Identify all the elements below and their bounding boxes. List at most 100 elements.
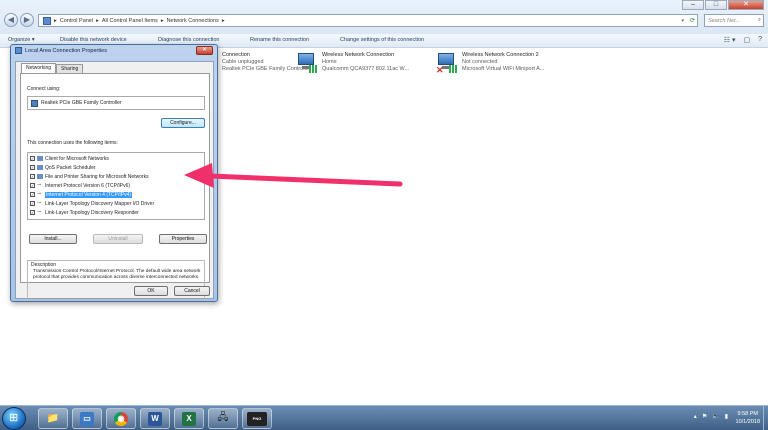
protocol-icon: ⊸ [37, 209, 42, 215]
rename-button[interactable]: Rename this connection [250, 37, 309, 43]
dialog-close-button[interactable]: ✕ [196, 46, 213, 55]
connection-status: Home [322, 59, 337, 65]
address-bar[interactable]: ▸ Control Panel ▸ All Control Panel Item… [38, 14, 698, 27]
breadcrumb-item[interactable]: Control Panel [60, 18, 93, 24]
forward-arrow-icon[interactable]: ▶ [20, 13, 34, 27]
item-label: File and Printer Sharing for Microsoft N… [45, 173, 149, 180]
preview-pane-icon[interactable]: ▢ [743, 36, 750, 44]
screen: ◀ ▶ ▸ Control Panel ▸ All Control Panel … [0, 0, 768, 430]
connection-name: Wireless Network Connection 2 [462, 52, 539, 58]
checkbox[interactable]: ✓ [30, 174, 35, 179]
list-item[interactable]: ✓ File and Printer Sharing for Microsoft… [30, 173, 149, 180]
chevron-up-icon[interactable]: ▴ [694, 413, 697, 420]
tab-networking[interactable]: Networking [21, 63, 57, 73]
configure-button[interactable]: Configure... [161, 118, 205, 128]
list-item[interactable]: ✓ Client for Microsoft Networks [30, 155, 109, 162]
minimize-icon[interactable]: – [682, 0, 704, 10]
excel-icon[interactable]: X [174, 408, 204, 429]
item-label: QoS Packet Scheduler [45, 164, 96, 171]
start-button[interactable] [2, 407, 26, 430]
uninstall-button[interactable]: Uninstall [93, 234, 143, 244]
refresh-icon[interactable]: ⟳ [690, 17, 695, 24]
network-adapter-icon [31, 99, 38, 107]
clock-date: 10/1/2018 [735, 419, 760, 425]
address-row: ◀ ▶ ▸ Control Panel ▸ All Control Panel … [0, 0, 768, 34]
adapter-field: Realtek PCIe GBE Family Controller [27, 96, 205, 110]
connect-using-label: Connect using: [27, 86, 61, 92]
checkbox[interactable]: ✓ [30, 192, 35, 197]
disconnected-x-icon: ✕ [436, 52, 458, 75]
item-label: Link-Layer Topology Discovery Responder [45, 209, 139, 216]
help-icon[interactable]: ? [758, 36, 762, 44]
back-arrow-icon[interactable]: ◀ [4, 13, 18, 27]
search-input[interactable]: Search Net... ⌕ [704, 14, 764, 27]
folder-icon[interactable]: 📁 [38, 408, 68, 429]
properties-button[interactable]: Properties [159, 234, 207, 244]
list-item[interactable]: ✓ ⊸ Link-Layer Topology Discovery Respond… [30, 209, 139, 216]
taskbar: 📁 ▭ ◉ W X 🖧 PNG ▴ ⚑ 🔈 ▮ 9:58 PM 10/1/201… [0, 405, 768, 430]
connection-status: Not connected [462, 59, 498, 65]
description-text: Transmission Control Protocol/Internet P… [33, 269, 201, 280]
list-item[interactable]: ✓ QoS Packet Scheduler [30, 164, 96, 171]
adapter-name: Realtek PCIe GBE Family Controller [41, 100, 122, 106]
close-icon[interactable]: ✕ [728, 0, 764, 10]
items-label: This connection uses the following items… [27, 140, 118, 146]
list-item-selected[interactable]: ✓ ⊸ Internet Protocol Version 4 (TCP/IPv4… [30, 191, 133, 198]
breadcrumb-item[interactable]: All Control Panel Items [102, 18, 158, 24]
list-item[interactable]: ✓ ⊸ Link-Layer Topology Discovery Mapper … [30, 200, 154, 207]
clock[interactable]: 9:58 PM 10/1/2018 [736, 410, 760, 426]
view-options-icon[interactable]: ☷ ▾ [724, 36, 736, 44]
chrome-icon[interactable]: ◉ [106, 408, 136, 429]
list-item[interactable]: ✓ ⊸ Internet Protocol Version 6 (TCP/IPv6… [30, 182, 130, 189]
breadcrumb-item[interactable]: Network Connections [167, 18, 219, 24]
sharing-icon [37, 174, 43, 179]
clock-time: 9:58 PM [737, 411, 758, 417]
checkbox[interactable]: ✓ [30, 165, 35, 170]
file-explorer-icon[interactable]: ▭ [72, 408, 102, 429]
organize-menu[interactable]: Organize ▾ [8, 37, 35, 43]
client-icon [37, 156, 43, 161]
ok-button[interactable]: OK [134, 286, 168, 296]
dialog-title-bar[interactable]: Local Area Connection Properties [15, 47, 107, 54]
cancel-button[interactable]: Cancel [174, 286, 210, 296]
connection-item[interactable]: ✕ Wireless Network Connection 2 Not conn… [436, 52, 544, 82]
checkbox[interactable]: ✓ [30, 183, 35, 188]
disable-device-button[interactable]: Disable this network device [60, 37, 127, 43]
item-label: Internet Protocol Version 4 (TCP/IPv4) [45, 191, 133, 198]
chevron-down-icon[interactable]: ▾ [681, 18, 684, 24]
view-controls: ☷ ▾ ▢ ? [724, 36, 762, 44]
tab-sharing[interactable]: Sharing [56, 64, 84, 73]
checkbox[interactable]: ✓ [30, 201, 35, 206]
control-panel-icon [43, 16, 51, 25]
network-icon[interactable]: 🖧 [208, 408, 238, 429]
search-placeholder: Search Net... [708, 18, 741, 24]
volume-icon[interactable]: 🔈 [712, 413, 719, 420]
show-desktop-button[interactable] [763, 406, 768, 430]
network-status-icon[interactable]: ▮ [725, 413, 728, 420]
description-label: Description [31, 262, 57, 268]
maximize-icon[interactable]: □ [705, 0, 727, 10]
checkbox[interactable]: ✓ [30, 210, 35, 215]
system-tray: ▴ ⚑ 🔈 ▮ [694, 413, 728, 420]
terminal-icon[interactable]: PNG [242, 408, 272, 429]
item-label: Client for Microsoft Networks [45, 155, 109, 162]
connection-device: Qualcomm QCA9377 802.11ac W... [322, 66, 410, 72]
annotation-arrow [184, 163, 403, 188]
connection-device: Microsoft Virtual WiFi Miniport A... [462, 66, 545, 72]
item-label: Link-Layer Topology Discovery Mapper I/O… [45, 200, 155, 207]
diagnose-button[interactable]: Diagnose this connection [158, 37, 219, 43]
checkbox[interactable]: ✓ [30, 156, 35, 161]
connection-item[interactable]: Wireless Network Connection Home Qualcom… [296, 52, 409, 82]
wireless-network-icon [296, 52, 318, 74]
protocol-icon: ⊸ [37, 200, 42, 206]
install-button[interactable]: Install... [29, 234, 77, 244]
connection-name: Wireless Network Connection [322, 52, 395, 58]
dialog-tabs: Networking Sharing [21, 63, 84, 73]
word-icon[interactable]: W [140, 408, 170, 429]
window-controls: – □ ✕ [682, 0, 764, 10]
dialog-title: Local Area Connection Properties [25, 47, 107, 54]
flag-icon[interactable]: ⚑ [702, 413, 707, 420]
change-settings-button[interactable]: Change settings of this connection [340, 37, 424, 43]
qos-icon [37, 165, 43, 170]
item-label: Internet Protocol Version 6 (TCP/IPv6) [45, 182, 131, 189]
